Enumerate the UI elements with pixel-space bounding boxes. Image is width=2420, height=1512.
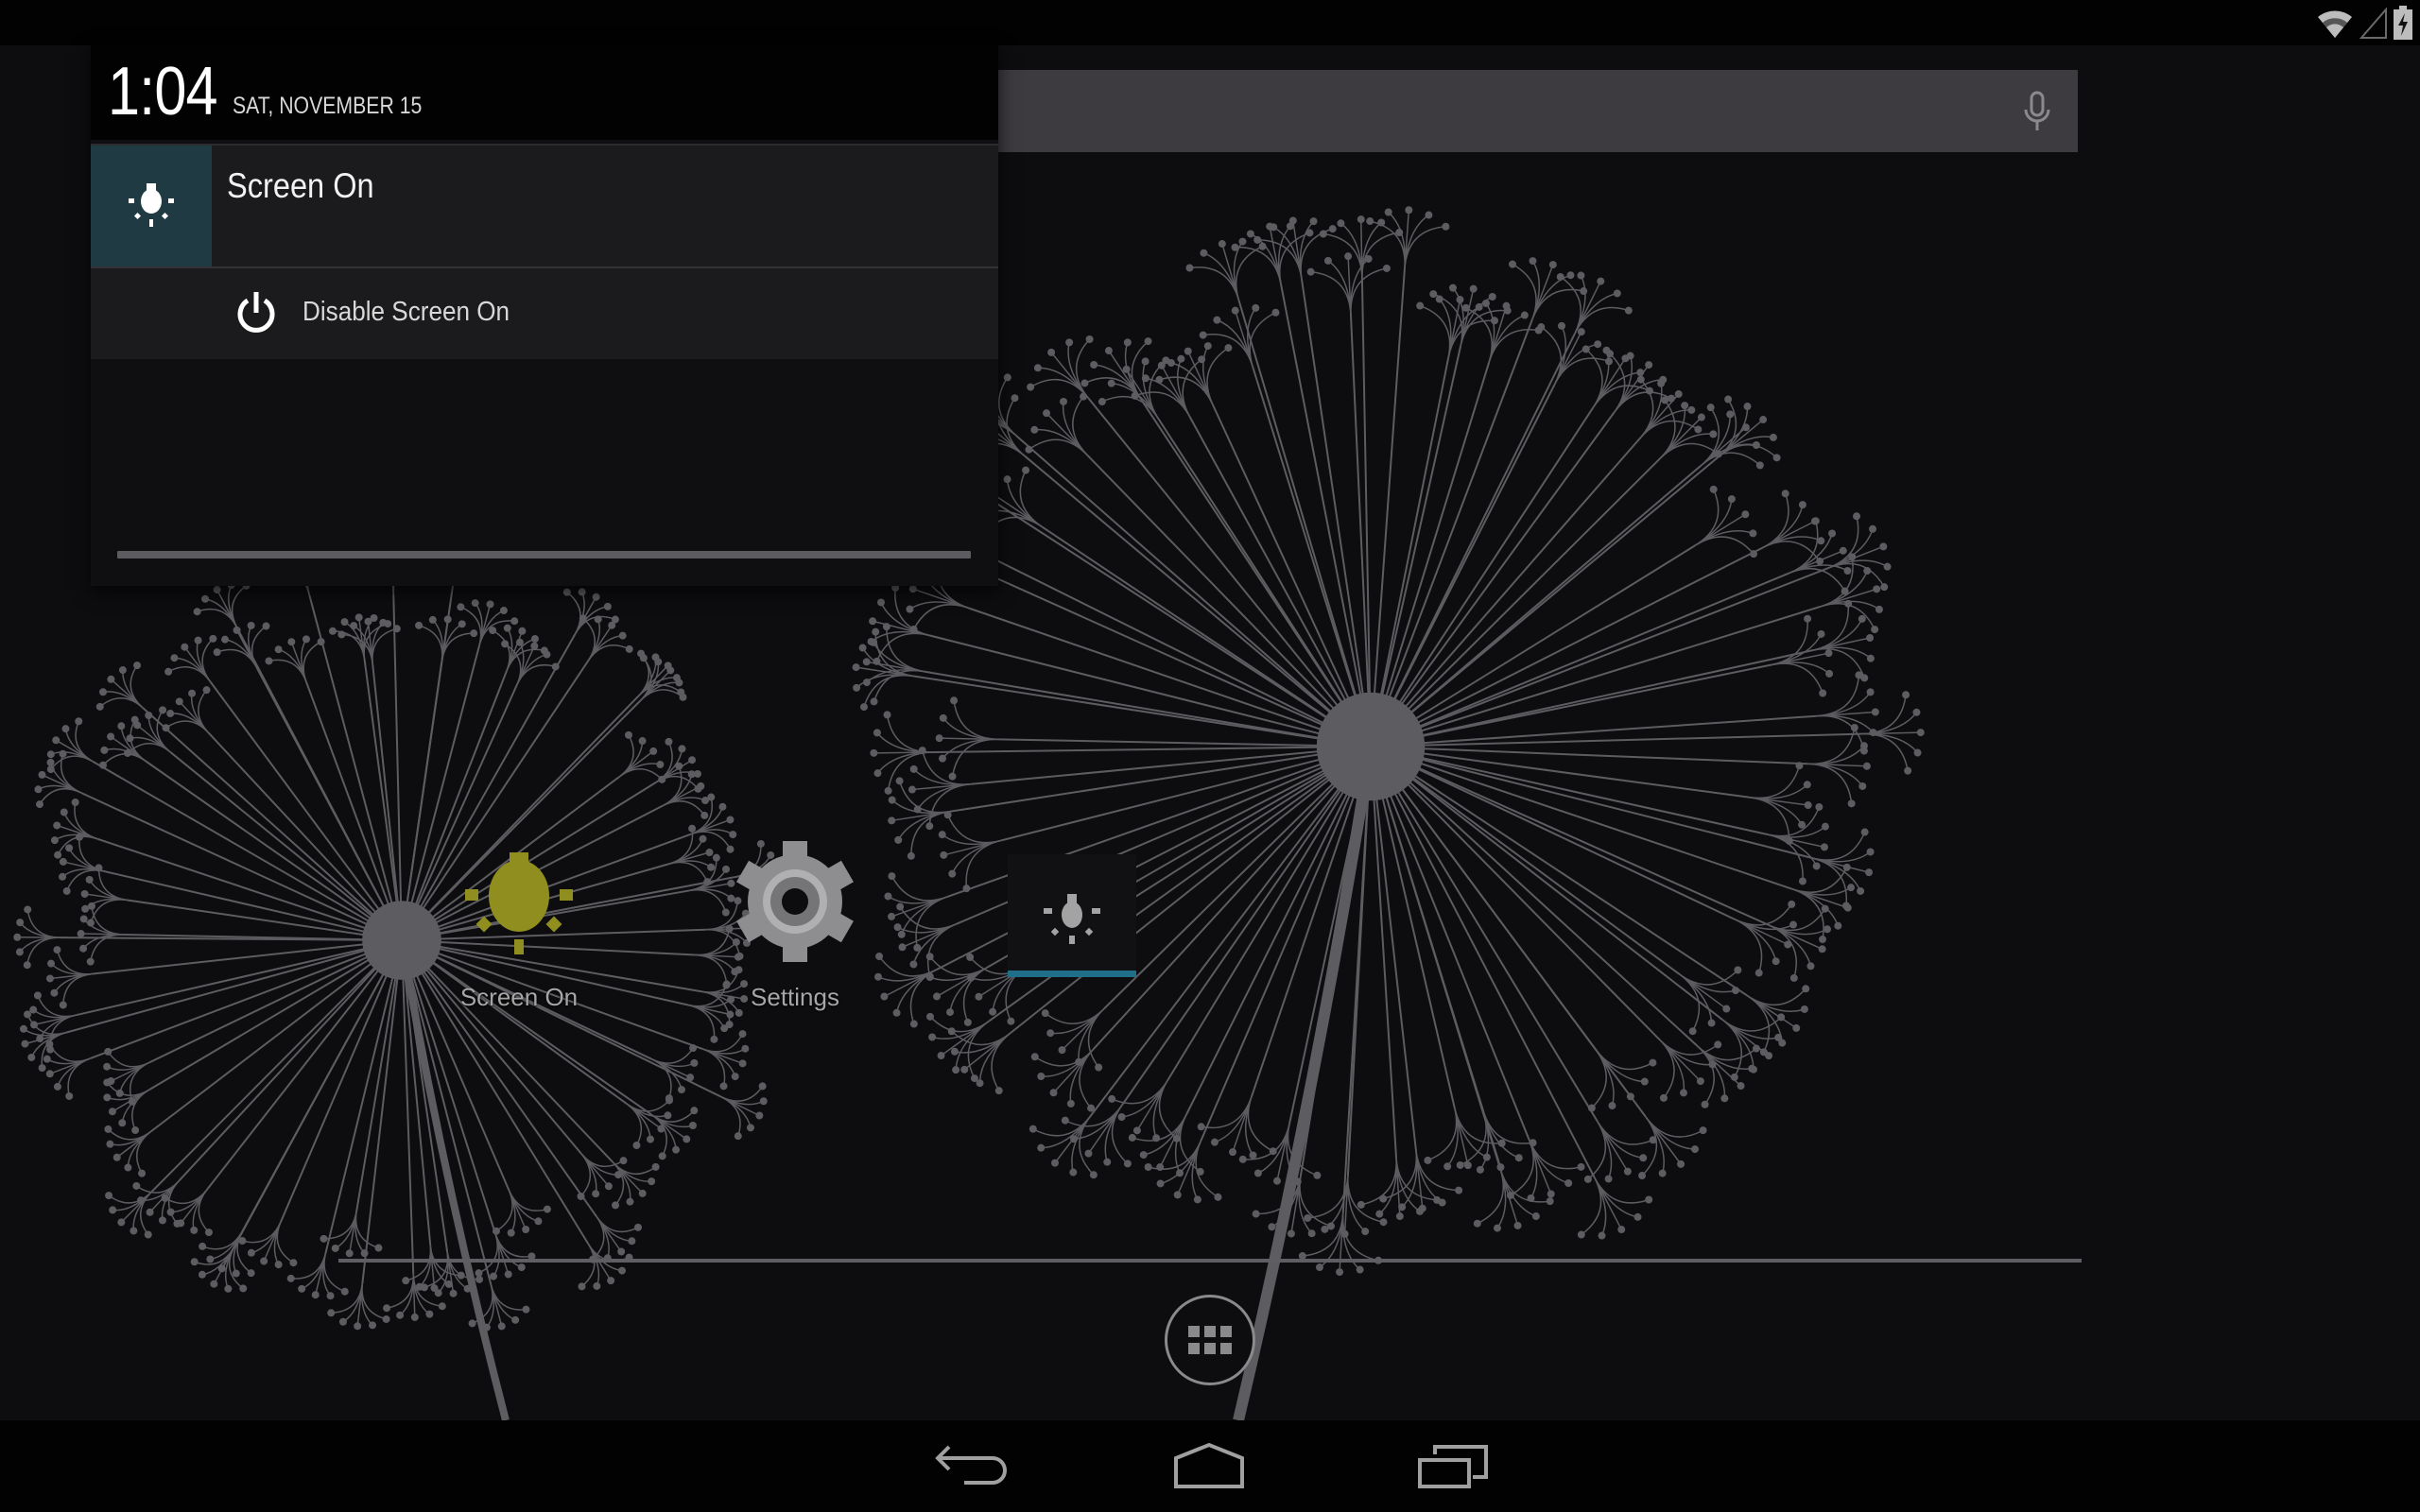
action-label: Disable Screen On <box>302 297 510 327</box>
lightbulb-icon <box>129 183 174 227</box>
notification-title: Screen On <box>227 166 374 205</box>
lightbulb-icon <box>465 852 573 954</box>
mic-icon[interactable] <box>2021 91 2053 132</box>
wifi-icon <box>2318 10 2352 38</box>
shade-drag-handle[interactable] <box>117 551 971 558</box>
date: SAT, NOVEMBER 15 <box>233 93 423 119</box>
app-label: Screen On <box>459 983 579 1011</box>
shade-header: 1:04 SAT, NOVEMBER 15 <box>91 45 998 140</box>
notification-icon-box <box>91 146 212 266</box>
cell-signal-icon <box>2360 8 2387 39</box>
back-icon[interactable] <box>926 1439 1011 1496</box>
search-bar[interactable] <box>983 70 2078 152</box>
home-icon[interactable] <box>1167 1439 1252 1496</box>
notification-screen-on[interactable]: Screen On <box>91 144 998 266</box>
app-label: Settings <box>751 983 839 1011</box>
status-icons <box>2316 6 2412 40</box>
clock: 1:04 <box>108 54 218 129</box>
app-settings[interactable]: Settings <box>715 841 875 1011</box>
hotseat-divider <box>338 1259 2082 1263</box>
gear-icon <box>736 841 854 962</box>
status-bar <box>0 0 2420 45</box>
app-drawer-button[interactable] <box>1165 1295 1255 1385</box>
battery-charging-icon <box>2394 6 2412 40</box>
recents-icon[interactable] <box>1410 1439 1495 1496</box>
screen-on-widget[interactable] <box>1008 854 1136 977</box>
widget-state-bar <box>1008 971 1136 977</box>
lightbulb-icon <box>1044 894 1100 944</box>
notification-shade: 1:04 SAT, NOVEMBER 15 Screen On Disable … <box>91 45 998 586</box>
power-icon <box>237 292 275 333</box>
navigation-bar <box>0 1420 2420 1512</box>
disable-screen-on-button[interactable]: Disable Screen On <box>91 266 998 359</box>
app-screen-on[interactable]: Screen On <box>439 841 599 1011</box>
